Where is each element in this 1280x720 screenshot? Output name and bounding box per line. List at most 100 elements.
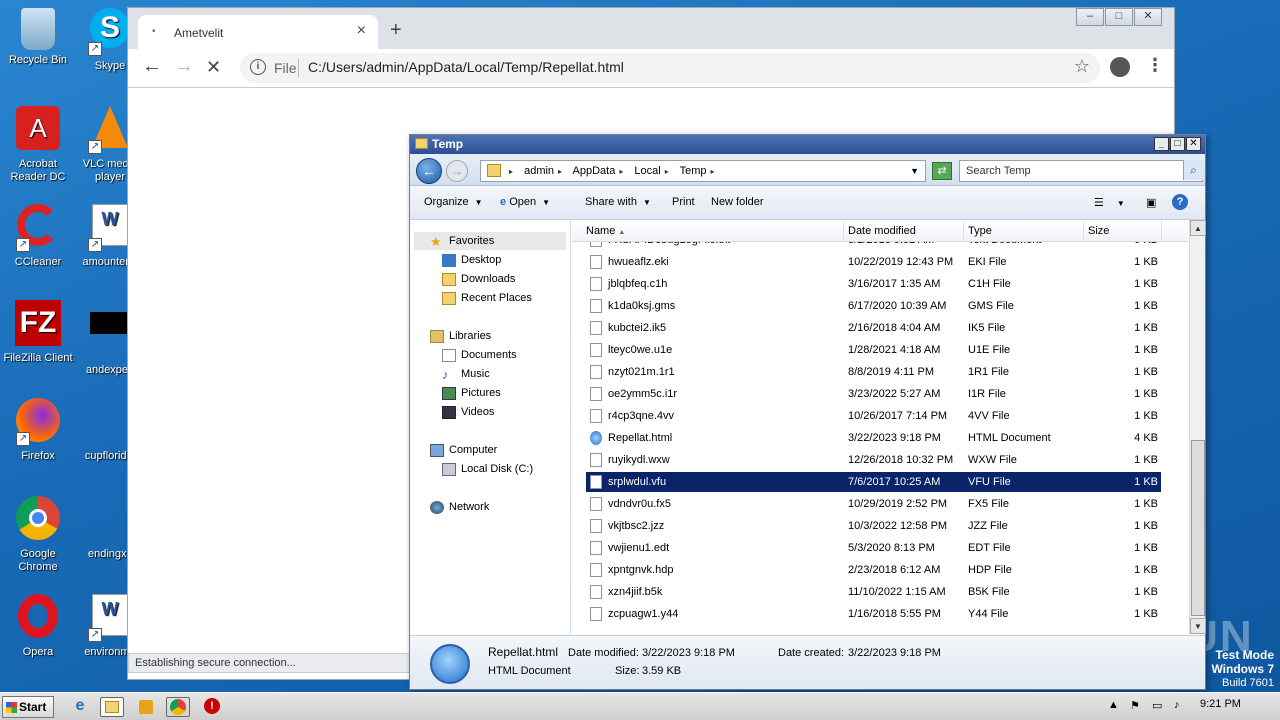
search-icon[interactable]: ⌕	[1183, 160, 1203, 180]
table-row[interactable]: hwueaflz.eki 10/22/2019 12:43 PM EKI File 1…	[586, 252, 1161, 272]
table-row[interactable]: r4cp3qne.4vv 10/26/2017 7:14 PM 4VV File 1 …	[586, 406, 1161, 426]
table-row[interactable]: vwjienu1.edt 5/3/2020 8:13 PM EDT File 1 KB	[586, 538, 1161, 558]
scroll-up-icon[interactable]: ▲	[1190, 220, 1206, 236]
nav-favorites[interactable]: ★ Favorites	[414, 232, 566, 250]
taskbar-ie-icon[interactable]: e	[68, 697, 92, 717]
chevron-right-icon[interactable]: ▸	[558, 167, 562, 176]
clock[interactable]: 9:21 PM	[1200, 698, 1241, 710]
forward-arrow-icon[interactable]: →	[174, 55, 194, 78]
table-row[interactable]: k1da0ksj.gms 6/17/2020 10:39 AM GMS File 1 …	[586, 296, 1161, 316]
url-text[interactable]: C:/Users/admin/AppData/Local/Temp/Repell…	[308, 59, 624, 75]
minimize-button[interactable]: _	[1154, 137, 1169, 151]
back-arrow-icon[interactable]: ←	[416, 158, 442, 184]
nav-recent-places[interactable]: Recent Places	[442, 289, 532, 307]
organize-button[interactable]: Organize ▼	[424, 196, 483, 208]
chevron-right-icon[interactable]: ▸	[665, 167, 669, 176]
table-row[interactable]: jblqbfeq.c1h 3/16/2017 1:35 AM C1H File 1 K…	[586, 274, 1161, 294]
table-row[interactable]: nzyt021m.1r1 8/8/2019 4:11 PM 1R1 File 1 KB	[586, 362, 1161, 382]
minimize-button[interactable]: –	[1076, 8, 1104, 26]
table-row[interactable]: FXSAPIDebugLogFile.txt 3/2/2018 9:52 AM Te…	[586, 242, 1161, 250]
file-date: 12/26/2018 10:32 PM	[848, 454, 954, 466]
stop-loading-icon[interactable]: ✕	[206, 57, 221, 78]
scroll-thumb[interactable]	[1191, 440, 1205, 616]
desktop-icon-firefox[interactable]: ↗ Firefox	[0, 398, 76, 463]
nav-libraries[interactable]: Libraries	[430, 327, 491, 345]
forward-arrow-icon[interactable]: →	[446, 160, 468, 182]
table-row[interactable]: lteyc0we.u1e 1/28/2021 4:18 AM U1E File 1 K…	[586, 340, 1161, 360]
nav-network[interactable]: Network	[430, 498, 489, 516]
taskbar-chrome-icon[interactable]	[166, 697, 190, 717]
start-button[interactable]: Start	[2, 696, 54, 718]
breadcrumb-local[interactable]: Local	[634, 165, 660, 177]
address-bar[interactable]: i File C:/Users/admin/AppData/Local/Temp…	[240, 53, 1100, 83]
new-folder-button[interactable]: New folder	[711, 196, 764, 208]
nav-local-disk[interactable]: Local Disk (C:)	[442, 460, 533, 478]
chevron-right-icon[interactable]: ▸	[710, 167, 714, 176]
breadcrumb[interactable]: ▸ admin ▸ AppData ▸ Local ▸ Temp ▸ ▼	[480, 160, 926, 182]
taskbar-warning-icon[interactable]: !	[200, 697, 224, 717]
taskbar-media-player-icon[interactable]	[134, 697, 158, 717]
table-row[interactable]: xpntgnvk.hdp 2/23/2018 6:12 AM HDP File 1 K…	[586, 560, 1161, 580]
flag-icon[interactable]: ⚑	[1130, 699, 1140, 712]
menu-kebab-icon[interactable]: ⋮	[1146, 55, 1164, 76]
help-icon[interactable]: ?	[1172, 194, 1188, 210]
close-button[interactable]: ✕	[1134, 8, 1162, 26]
nav-computer[interactable]: Computer	[430, 441, 497, 459]
refresh-icon[interactable]: ⇄	[932, 162, 952, 180]
table-row[interactable]: zcpuagw1.y44 1/16/2018 5:55 PM Y44 File 1 K…	[586, 604, 1161, 624]
desktop-icon-opera[interactable]: Opera	[0, 594, 76, 659]
nav-music[interactable]: ♪ Music	[442, 365, 490, 383]
close-button[interactable]: ✕	[1186, 137, 1201, 151]
info-icon[interactable]: i	[250, 59, 266, 75]
tray-expand-icon[interactable]: ▲	[1108, 699, 1119, 711]
table-row[interactable]: kubctei2.ik5 2/16/2018 4:04 AM IK5 File 1 K…	[586, 318, 1161, 338]
desktop-icon-acrobat[interactable]: A Acrobat Reader DC	[0, 106, 76, 184]
open-button[interactable]: e Open ▼	[500, 196, 550, 208]
network-tray-icon[interactable]: ▭	[1152, 699, 1162, 712]
table-row[interactable]: vdndvr0u.fx5 10/29/2019 2:52 PM FX5 File 1 …	[586, 494, 1161, 514]
table-row[interactable]: srplwdul.vfu 7/6/2017 10:25 AM VFU File 1 K…	[585, 471, 1162, 493]
desktop-icon-recycle-bin[interactable]: Recycle Bin	[0, 8, 76, 67]
breadcrumb-admin[interactable]: admin	[524, 165, 554, 177]
nav-pictures[interactable]: Pictures	[442, 384, 501, 402]
back-arrow-icon[interactable]: ←	[142, 55, 162, 78]
table-row[interactable]: xzn4jiif.b5k 11/10/2022 1:15 AM B5K File 1 …	[586, 582, 1161, 602]
nav-desktop[interactable]: Desktop	[442, 251, 501, 269]
taskbar-explorer-icon[interactable]	[100, 697, 124, 717]
browser-tab[interactable]: • Ametvelit ×	[138, 15, 378, 49]
print-button[interactable]: Print	[672, 196, 695, 208]
maximize-button[interactable]: □	[1170, 137, 1185, 151]
breadcrumb-appdata[interactable]: AppData	[573, 165, 616, 177]
breadcrumb-temp[interactable]: Temp	[680, 165, 707, 177]
chevron-down-icon[interactable]: ▼	[910, 161, 919, 181]
table-row[interactable]: oe2ymm5c.i1r 3/23/2022 5:27 AM I1R File 1 K…	[586, 384, 1161, 404]
volume-icon[interactable]: ♪	[1174, 699, 1180, 711]
share-with-button[interactable]: Share with ▼	[585, 196, 651, 208]
column-header-name[interactable]: Name ▲	[582, 220, 844, 242]
desktop-icon-filezilla[interactable]: FZ FileZilla Client	[0, 300, 76, 365]
scroll-down-icon[interactable]: ▼	[1190, 618, 1206, 634]
column-header-size[interactable]: Size	[1084, 220, 1162, 242]
desktop-icon-chrome[interactable]: Google Chrome	[0, 496, 76, 574]
nav-downloads[interactable]: Downloads	[442, 270, 515, 288]
search-input[interactable]: Search Temp	[959, 160, 1203, 182]
table-row[interactable]: Repellat.html 3/22/2023 9:18 PM HTML Docum…	[586, 428, 1161, 448]
vertical-scrollbar[interactable]: ▲ ▼	[1189, 220, 1206, 634]
profile-avatar-icon[interactable]	[1110, 57, 1130, 77]
chevron-right-icon[interactable]: ▸	[509, 167, 513, 176]
preview-pane-icon[interactable]: ▣	[1146, 196, 1156, 209]
bookmark-star-icon[interactable]: ☆	[1074, 56, 1090, 77]
table-row[interactable]: ruyikydl.wxw 12/26/2018 10:32 PM WXW File 1…	[586, 450, 1161, 470]
table-row[interactable]: vkjtbsc2.jzz 10/3/2022 12:58 PM JZZ File 1 …	[586, 516, 1161, 536]
search-button[interactable]: ⌕	[1183, 160, 1203, 182]
maximize-button[interactable]: □	[1105, 8, 1133, 26]
nav-videos[interactable]: Videos	[442, 403, 494, 421]
nav-documents[interactable]: Documents	[442, 346, 517, 364]
new-tab-icon[interactable]: +	[390, 19, 402, 42]
desktop-icon-ccleaner[interactable]: ↗ CCleaner	[0, 204, 76, 269]
view-options-icon[interactable]: ☰ ▼	[1094, 196, 1125, 209]
tab-close-icon[interactable]: ×	[357, 22, 366, 40]
column-header-type[interactable]: Type	[964, 220, 1084, 242]
column-header-date[interactable]: Date modified	[844, 220, 964, 242]
chevron-right-icon[interactable]: ▸	[619, 167, 623, 176]
